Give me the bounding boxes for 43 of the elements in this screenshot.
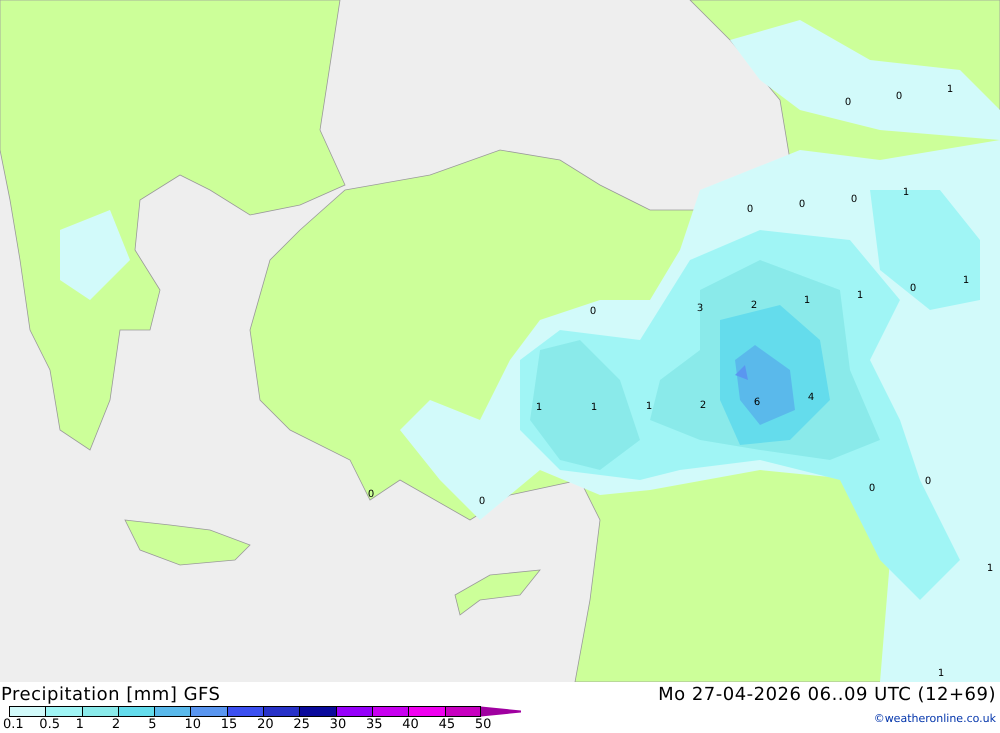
legend-label: 2 (112, 717, 120, 732)
precipitation-value: 0 (896, 91, 902, 102)
precipitation-value: 1 (986, 563, 994, 574)
precipitation-value: 2 (750, 300, 758, 311)
valid-time: Mo 27-04-2026 06..09 UTC (12+69) (658, 684, 996, 704)
precipitation-value: 1 (646, 401, 652, 412)
copyright-link[interactable]: ©weatheronline.co.uk (874, 706, 996, 725)
legend-label: 45 (438, 717, 456, 732)
precipitation-value: 0 (868, 483, 876, 494)
precipitation-value: 1 (590, 402, 598, 413)
legend-label: 40 (402, 717, 419, 732)
precipitation-value: 0 (924, 476, 932, 487)
legend-label: 25 (293, 717, 310, 732)
legend-label: 35 (366, 717, 383, 732)
precipitation-value: 6 (754, 397, 760, 408)
precipitation-value: 0 (850, 194, 858, 205)
precipitation-value: 4 (808, 392, 814, 403)
precipitation-value: 1 (962, 275, 970, 286)
precipitation-value: 1 (946, 84, 954, 95)
legend-label: 0.1 (3, 717, 24, 732)
precipitation-value: 0 (798, 199, 806, 210)
legend-label: 10 (184, 717, 202, 732)
legend-label: 30 (330, 717, 346, 732)
precipitation-value: 0 (478, 496, 486, 507)
precipitation-value: 1 (938, 668, 944, 679)
legend-label: 1 (76, 717, 84, 732)
precipitation-value: 0 (910, 283, 916, 294)
legend-label: 20 (257, 717, 274, 732)
map-title: Precipitation [mm] GFS (1, 684, 220, 704)
precipitation-value: 1 (804, 295, 810, 306)
precipitation-value: 1 (902, 187, 910, 198)
precipitation-value: 0 (590, 306, 596, 317)
precipitation-value: 0 (746, 204, 754, 215)
precipitation-value: 1 (856, 290, 864, 301)
legend-label: 50 (474, 717, 492, 732)
precipitation-value: 3 (696, 303, 704, 314)
precipitation-value: 0 (844, 97, 852, 108)
legend-label: 0.5 (39, 717, 60, 732)
precipitation-value: 0 (368, 489, 374, 500)
legend-label: 15 (220, 717, 238, 732)
precipitation-value: 1 (536, 402, 542, 413)
precipitation-value: 2 (700, 400, 706, 411)
legend-label: 5 (148, 717, 156, 732)
